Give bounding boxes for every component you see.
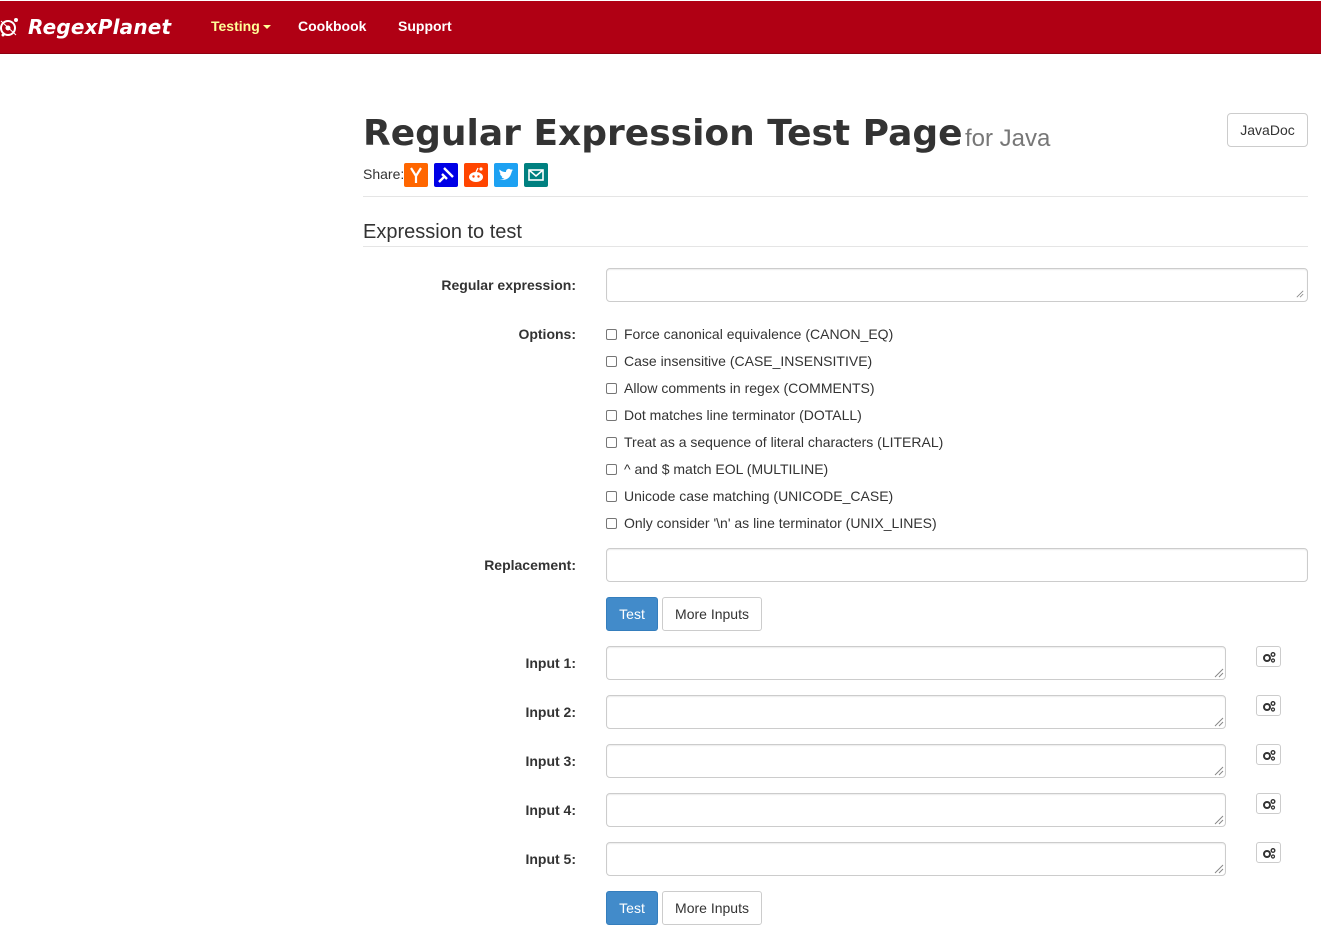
resize-grip-icon[interactable] (1296, 290, 1304, 298)
page-subtitle: for Java (965, 125, 1051, 152)
checkbox[interactable] (606, 463, 617, 475)
option-canon-eq[interactable]: Force canonical equivalence (CANON_EQ) (606, 325, 893, 343)
checkbox[interactable] (606, 328, 617, 340)
option-label: Dot matches line terminator (DOTALL) (624, 407, 862, 423)
more-inputs-button[interactable]: More Inputs (662, 597, 762, 631)
input-3-field[interactable] (606, 744, 1226, 778)
option-unix-lines[interactable]: Only consider '\n' as line terminator (U… (606, 514, 937, 532)
checkbox[interactable] (606, 490, 617, 502)
option-label: Allow comments in regex (COMMENTS) (624, 380, 875, 396)
resize-grip-icon[interactable] (1214, 766, 1224, 776)
caret-down-icon (262, 25, 271, 30)
checkbox[interactable] (606, 436, 617, 448)
gears-icon (1262, 700, 1275, 712)
javadoc-button[interactable]: JavaDoc (1227, 113, 1308, 147)
option-dotall[interactable]: Dot matches line terminator (DOTALL) (606, 406, 862, 424)
share-label: Share: (363, 166, 405, 182)
page-title: Regular Expression Test Page (363, 113, 963, 154)
option-label: Treat as a sequence of literal character… (624, 434, 944, 450)
input-4-options-button[interactable] (1256, 793, 1281, 814)
option-label: Case insensitive (CASE_INSENSITIVE) (624, 353, 873, 369)
nav-support[interactable]: Support (398, 18, 452, 34)
input-5-label: Input 5: (525, 851, 576, 867)
option-label: ^ and $ match EOL (MULTILINE) (624, 461, 829, 477)
reddit-icon[interactable] (464, 163, 488, 187)
input-4-field[interactable] (606, 793, 1226, 827)
section-title: Expression to test (363, 221, 522, 243)
twitter-icon[interactable] (494, 163, 518, 187)
option-literal[interactable]: Treat as a sequence of literal character… (606, 433, 943, 451)
input-5-options-button[interactable] (1256, 842, 1281, 863)
option-case-insensitive[interactable]: Case insensitive (CASE_INSENSITIVE) (606, 352, 872, 370)
section-divider (363, 246, 1308, 247)
option-multiline[interactable]: ^ and $ match EOL (MULTILINE) (606, 460, 828, 478)
checkbox[interactable] (606, 382, 617, 394)
checkbox[interactable] (606, 517, 617, 529)
input-2-label: Input 2: (525, 704, 576, 720)
resize-grip-icon[interactable] (1214, 815, 1224, 825)
option-label: Only consider '\n' as line terminator (U… (624, 515, 937, 531)
gears-icon (1262, 847, 1275, 859)
option-label: Force canonical equivalence (CANON_EQ) (624, 326, 894, 342)
gears-icon (1262, 749, 1275, 761)
gears-icon (1262, 651, 1275, 663)
input-2-field[interactable] (606, 695, 1226, 729)
regex-input[interactable] (606, 268, 1308, 302)
pinboard-icon[interactable] (434, 163, 458, 187)
header-divider (363, 196, 1308, 197)
resize-grip-icon[interactable] (1214, 668, 1224, 678)
option-unicode-case[interactable]: Unicode case matching (UNICODE_CASE) (606, 487, 893, 505)
brand[interactable]: RegexPlanet (0, 13, 171, 41)
brand-name: RegexPlanet (28, 15, 172, 39)
resize-grip-icon[interactable] (1214, 864, 1224, 874)
planet-logo-icon (0, 18, 18, 37)
input-1-options-button[interactable] (1256, 646, 1281, 667)
test-button[interactable]: Test (606, 597, 658, 631)
email-icon[interactable] (524, 163, 548, 187)
hacker-news-icon[interactable] (404, 163, 428, 187)
gears-icon (1262, 798, 1275, 810)
option-comments[interactable]: Allow comments in regex (COMMENTS) (606, 379, 875, 397)
input-5-field[interactable] (606, 842, 1226, 876)
more-inputs-button-bottom[interactable]: More Inputs (662, 891, 762, 925)
input-1-field[interactable] (606, 646, 1226, 680)
replacement-input[interactable] (606, 548, 1308, 582)
resize-grip-icon[interactable] (1214, 717, 1224, 727)
input-3-label: Input 3: (525, 753, 576, 769)
checkbox[interactable] (606, 409, 617, 421)
options-label: Options: (518, 326, 576, 342)
option-label: Unicode case matching (UNICODE_CASE) (624, 488, 894, 504)
input-1-label: Input 1: (525, 655, 576, 671)
nav-testing-label: Testing (211, 18, 260, 34)
nav-cookbook[interactable]: Cookbook (298, 18, 366, 34)
input-4-label: Input 4: (525, 802, 576, 818)
test-button-bottom[interactable]: Test (606, 891, 658, 925)
input-3-options-button[interactable] (1256, 744, 1281, 765)
nav-testing-dropdown[interactable]: Testing (211, 18, 271, 34)
replacement-label: Replacement: (484, 557, 576, 573)
navbar: RegexPlanet Testing Cookbook Support (0, 1, 1321, 54)
checkbox[interactable] (606, 355, 617, 367)
input-2-options-button[interactable] (1256, 695, 1281, 716)
regex-label: Regular expression: (441, 277, 576, 293)
